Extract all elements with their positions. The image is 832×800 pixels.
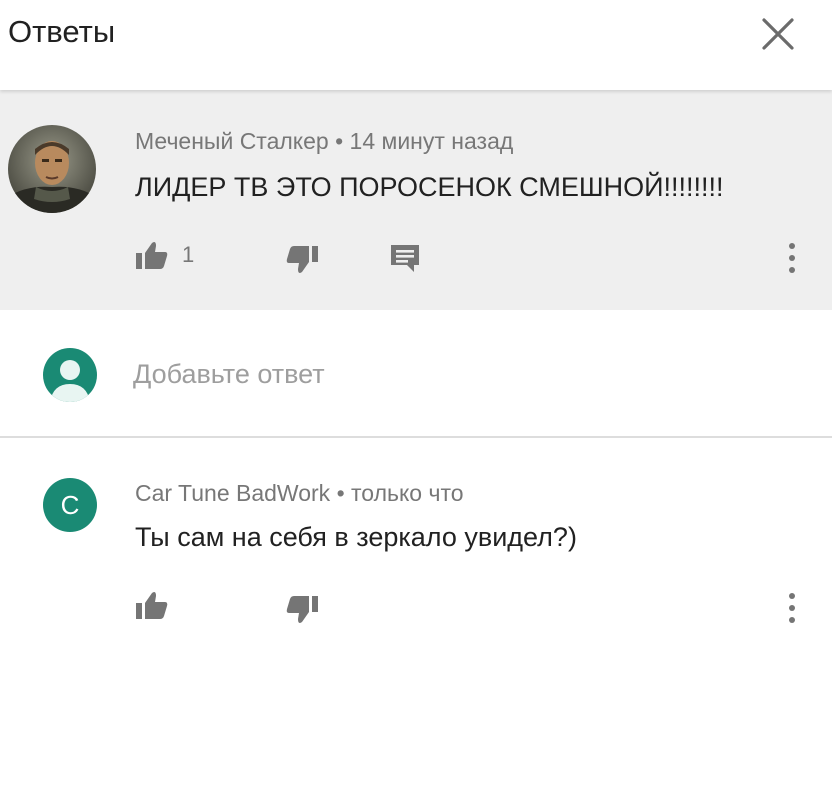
- comment-meta: Car Tune BadWork • только что: [135, 480, 464, 507]
- avatar[interactable]: C: [43, 478, 97, 532]
- more-vert-icon: [789, 243, 795, 273]
- reply-button[interactable]: [388, 242, 422, 274]
- comment-text: ЛИДЕР ТВ ЭТО ПОРОСЕНОК СМЕШНОЙ!!!!!!!!: [135, 172, 724, 202]
- replies-panel: Ответы Меченый Сталкер • 14 минут назад …: [0, 0, 832, 800]
- comment-author[interactable]: Car Tune BadWork: [135, 480, 330, 506]
- like-button[interactable]: [134, 590, 174, 620]
- more-vert-icon: [789, 593, 795, 623]
- reply-comment: C Car Tune BadWork • только что Ты сам н…: [0, 438, 832, 800]
- add-reply-row: [0, 310, 832, 438]
- like-count: 1: [182, 242, 195, 267]
- more-options-button[interactable]: [782, 240, 802, 276]
- reply-icon: [391, 245, 419, 272]
- parent-comment: Меченый Сталкер • 14 минут назад ЛИДЕР Т…: [0, 90, 832, 310]
- user-icon: [50, 360, 90, 402]
- comment-meta: Меченый Сталкер • 14 минут назад: [135, 128, 513, 155]
- thumb-down-icon: [286, 246, 318, 273]
- comment-time: 14 минут назад: [349, 128, 514, 154]
- thumb-down-icon: [286, 596, 318, 623]
- avatar[interactable]: [8, 125, 96, 213]
- thumb-up-icon: [136, 242, 168, 269]
- replies-header: Ответы: [0, 0, 832, 90]
- comment-author[interactable]: Меченый Сталкер: [135, 128, 329, 154]
- page-title: Ответы: [8, 14, 116, 49]
- reply-input[interactable]: [133, 354, 773, 394]
- dislike-button[interactable]: [280, 595, 320, 625]
- meta-separator: •: [335, 128, 344, 154]
- comment-text: Ты сам на себя в зеркало увидел?): [135, 522, 577, 552]
- dislike-button[interactable]: [280, 245, 320, 275]
- like-button[interactable]: [134, 240, 174, 270]
- comment-time: только что: [351, 480, 464, 506]
- close-icon: [762, 18, 794, 50]
- more-options-button[interactable]: [782, 590, 802, 626]
- avatar: [43, 348, 97, 402]
- close-button[interactable]: [756, 12, 800, 56]
- thumb-up-icon: [136, 592, 168, 619]
- meta-separator: •: [336, 480, 345, 506]
